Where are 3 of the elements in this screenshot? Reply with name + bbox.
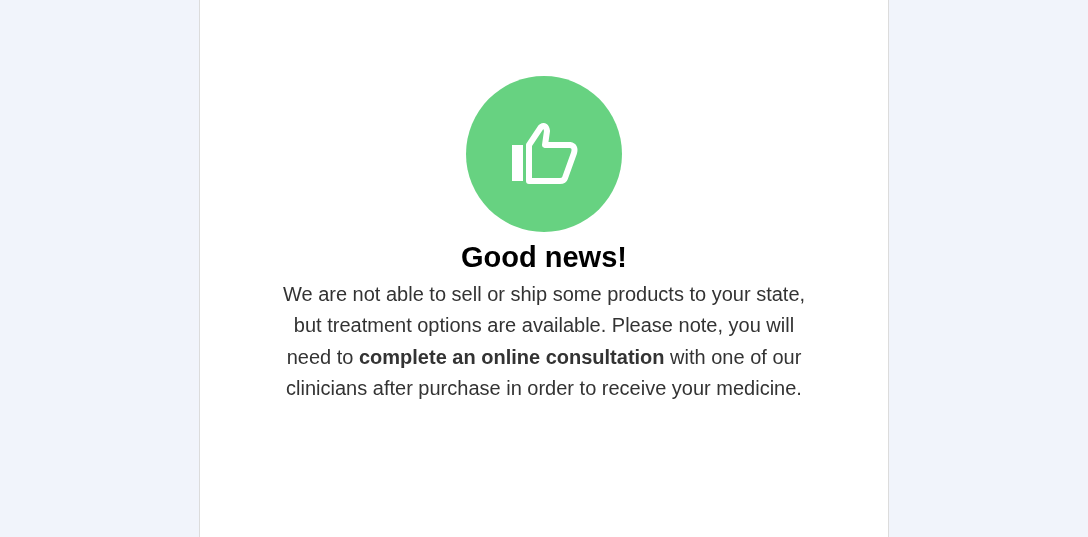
notice-message: We are not able to sell or ship some products to your state, but treatment options are available. Please note, you will need to complete an online consultation with one of our clinicians after purchase in order to receive your medicine. [281,281,807,402]
thumbs-up-icon [510,123,578,185]
notice-title: Good news! [461,240,627,275]
